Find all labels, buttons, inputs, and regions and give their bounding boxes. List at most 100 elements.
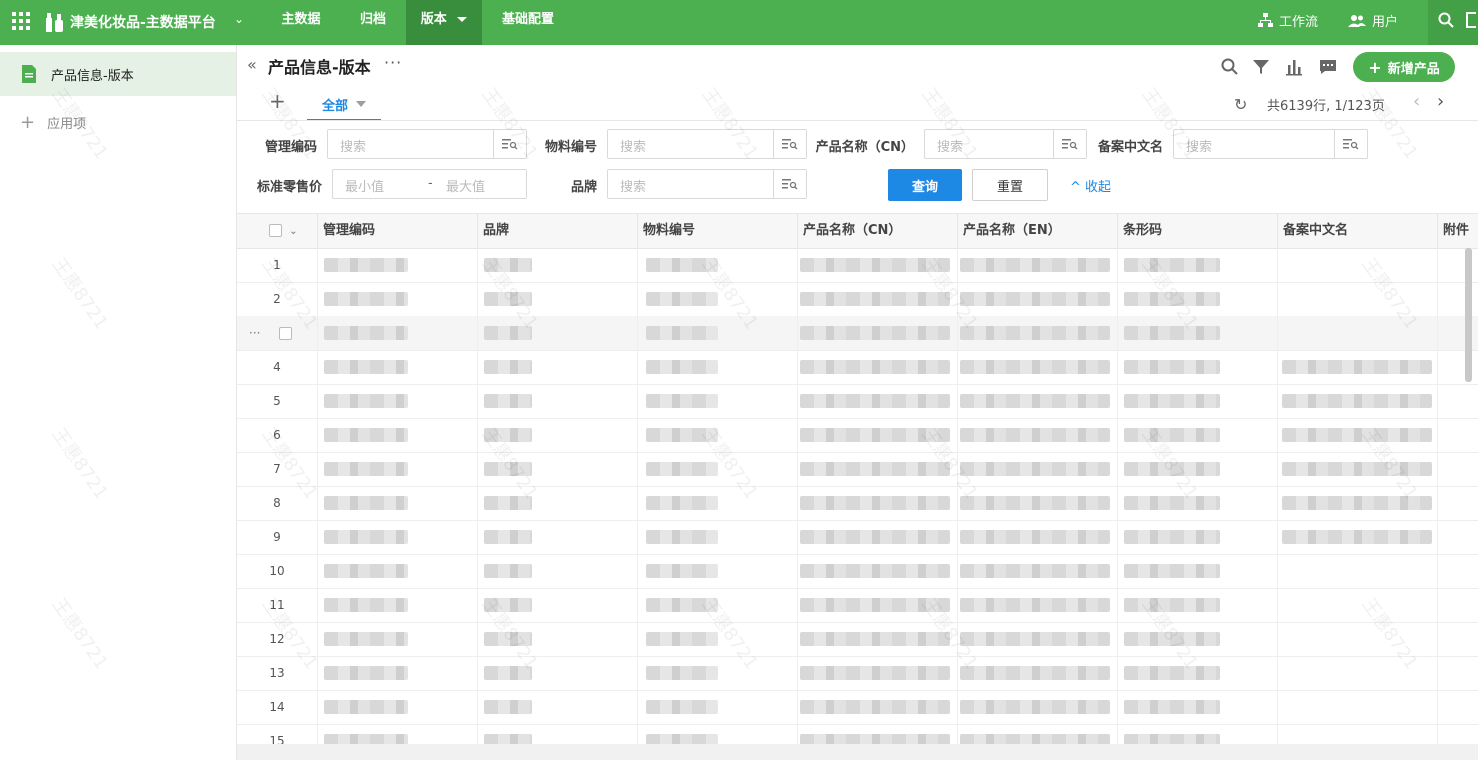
table-cell[interactable] [1117, 554, 1277, 588]
column-header-barcode[interactable]: 条形码 [1117, 214, 1277, 248]
table-cell[interactable] [957, 350, 1117, 384]
table-cell[interactable] [637, 282, 797, 316]
filing-name-search-input[interactable]: 搜索 [1173, 129, 1368, 159]
filter-icon[interactable] [1251, 57, 1271, 77]
column-header-material-no[interactable]: 物料编号 [637, 214, 797, 248]
table-cell[interactable] [1117, 656, 1277, 690]
table-cell[interactable] [1117, 282, 1277, 316]
table-cell[interactable] [477, 452, 637, 486]
table-cell[interactable] [477, 656, 637, 690]
table-cell[interactable] [317, 316, 477, 350]
column-header-product-name-cn[interactable]: 产品名称（CN） [797, 214, 957, 248]
table-cell[interactable] [637, 452, 797, 486]
table-cell[interactable] [1277, 622, 1437, 656]
table-cell[interactable] [1437, 622, 1478, 656]
table-cell[interactable] [317, 452, 477, 486]
column-header-product-name-en[interactable]: 产品名称（EN） [957, 214, 1117, 248]
table-cell[interactable] [957, 690, 1117, 724]
table-cell[interactable] [1437, 656, 1478, 690]
table-row[interactable]: 12 [237, 622, 1478, 657]
table-cell[interactable] [1437, 486, 1478, 520]
column-header-mgmt-code[interactable]: 管理编码 [317, 214, 477, 248]
table-cell[interactable] [1117, 622, 1277, 656]
table-cell[interactable] [1437, 588, 1478, 622]
table-cell[interactable] [1437, 690, 1478, 724]
table-cell[interactable] [477, 622, 637, 656]
table-cell[interactable] [797, 350, 957, 384]
query-button[interactable]: 查询 [888, 169, 962, 201]
table-cell[interactable] [637, 418, 797, 452]
table-cell[interactable] [797, 248, 957, 282]
table-cell[interactable] [1277, 316, 1437, 350]
table-cell[interactable] [637, 622, 797, 656]
table-row[interactable]: 7 [237, 452, 1478, 487]
table-cell[interactable] [957, 554, 1117, 588]
column-header-attachment[interactable]: 附件 [1437, 214, 1478, 248]
nav-archive[interactable]: 归档 [344, 0, 402, 45]
collapse-sidebar-icon[interactable]: « [247, 55, 257, 74]
table-cell[interactable] [477, 418, 637, 452]
prev-page-icon[interactable]: ‹ [1413, 91, 1420, 112]
table-cell[interactable] [1117, 316, 1277, 350]
brand-search-input[interactable]: 搜索 [607, 169, 807, 199]
table-cell[interactable] [1117, 452, 1277, 486]
search-list-icon[interactable] [1334, 130, 1367, 158]
chart-icon[interactable] [1284, 57, 1304, 77]
column-header-filing-name[interactable]: 备案中文名 [1277, 214, 1437, 248]
collapse-filters-button[interactable]: ^ 收起 [1070, 176, 1111, 195]
table-cell[interactable] [637, 656, 797, 690]
table-cell[interactable] [477, 554, 637, 588]
table-cell[interactable] [317, 588, 477, 622]
table-cell[interactable] [797, 282, 957, 316]
table-cell[interactable] [637, 588, 797, 622]
table-cell[interactable] [637, 384, 797, 418]
table-cell[interactable] [1277, 690, 1437, 724]
table-cell[interactable] [1117, 418, 1277, 452]
table-cell[interactable] [637, 520, 797, 554]
more-icon[interactable]: ··· [384, 53, 402, 72]
table-row[interactable]: 1 [237, 248, 1478, 283]
table-cell[interactable] [957, 520, 1117, 554]
table-cell[interactable] [797, 384, 957, 418]
select-all-checkbox[interactable] [268, 224, 282, 237]
table-cell[interactable] [1437, 554, 1478, 588]
table-cell[interactable] [797, 520, 957, 554]
reset-button[interactable]: 重置 [972, 169, 1048, 201]
table-cell[interactable] [797, 486, 957, 520]
retail-price-range-input[interactable]: 最小值 - 最大值 [332, 169, 527, 199]
search-list-icon[interactable] [1053, 130, 1086, 158]
table-cell[interactable] [637, 350, 797, 384]
search-list-icon[interactable] [773, 170, 806, 198]
table-cell[interactable] [1277, 656, 1437, 690]
table-row[interactable]: 5 [237, 384, 1478, 419]
table-cell[interactable] [637, 554, 797, 588]
table-cell[interactable] [957, 656, 1117, 690]
search-list-icon[interactable] [773, 130, 806, 158]
table-cell[interactable] [957, 384, 1117, 418]
table-cell[interactable] [317, 350, 477, 384]
table-cell[interactable] [957, 452, 1117, 486]
table-cell[interactable] [477, 350, 637, 384]
tab-all[interactable]: 全部 [307, 89, 381, 121]
table-cell[interactable] [317, 282, 477, 316]
vertical-scrollbar[interactable] [1465, 248, 1472, 382]
table-cell[interactable] [1437, 520, 1478, 554]
chevron-down-icon[interactable]: ⌄ [289, 226, 297, 237]
chevron-down-icon[interactable]: ⌄ [234, 12, 244, 26]
table-cell[interactable] [957, 486, 1117, 520]
row-checkbox[interactable] [279, 327, 292, 340]
table-cell[interactable] [1117, 690, 1277, 724]
table-cell[interactable] [1277, 248, 1437, 282]
next-page-icon[interactable]: › [1437, 91, 1444, 112]
table-cell[interactable] [1117, 248, 1277, 282]
table-cell[interactable] [957, 248, 1117, 282]
table-cell[interactable] [317, 622, 477, 656]
table-cell[interactable] [1277, 486, 1437, 520]
add-view-icon[interactable]: + [269, 89, 286, 113]
add-product-button[interactable]: + 新增产品 [1353, 52, 1455, 82]
table-cell[interactable] [477, 520, 637, 554]
table-row[interactable]: 11 [237, 588, 1478, 623]
nav-master-data[interactable]: 主数据 [266, 0, 336, 45]
add-app-item-button[interactable]: + 应用项 [0, 107, 236, 137]
table-cell[interactable] [317, 248, 477, 282]
